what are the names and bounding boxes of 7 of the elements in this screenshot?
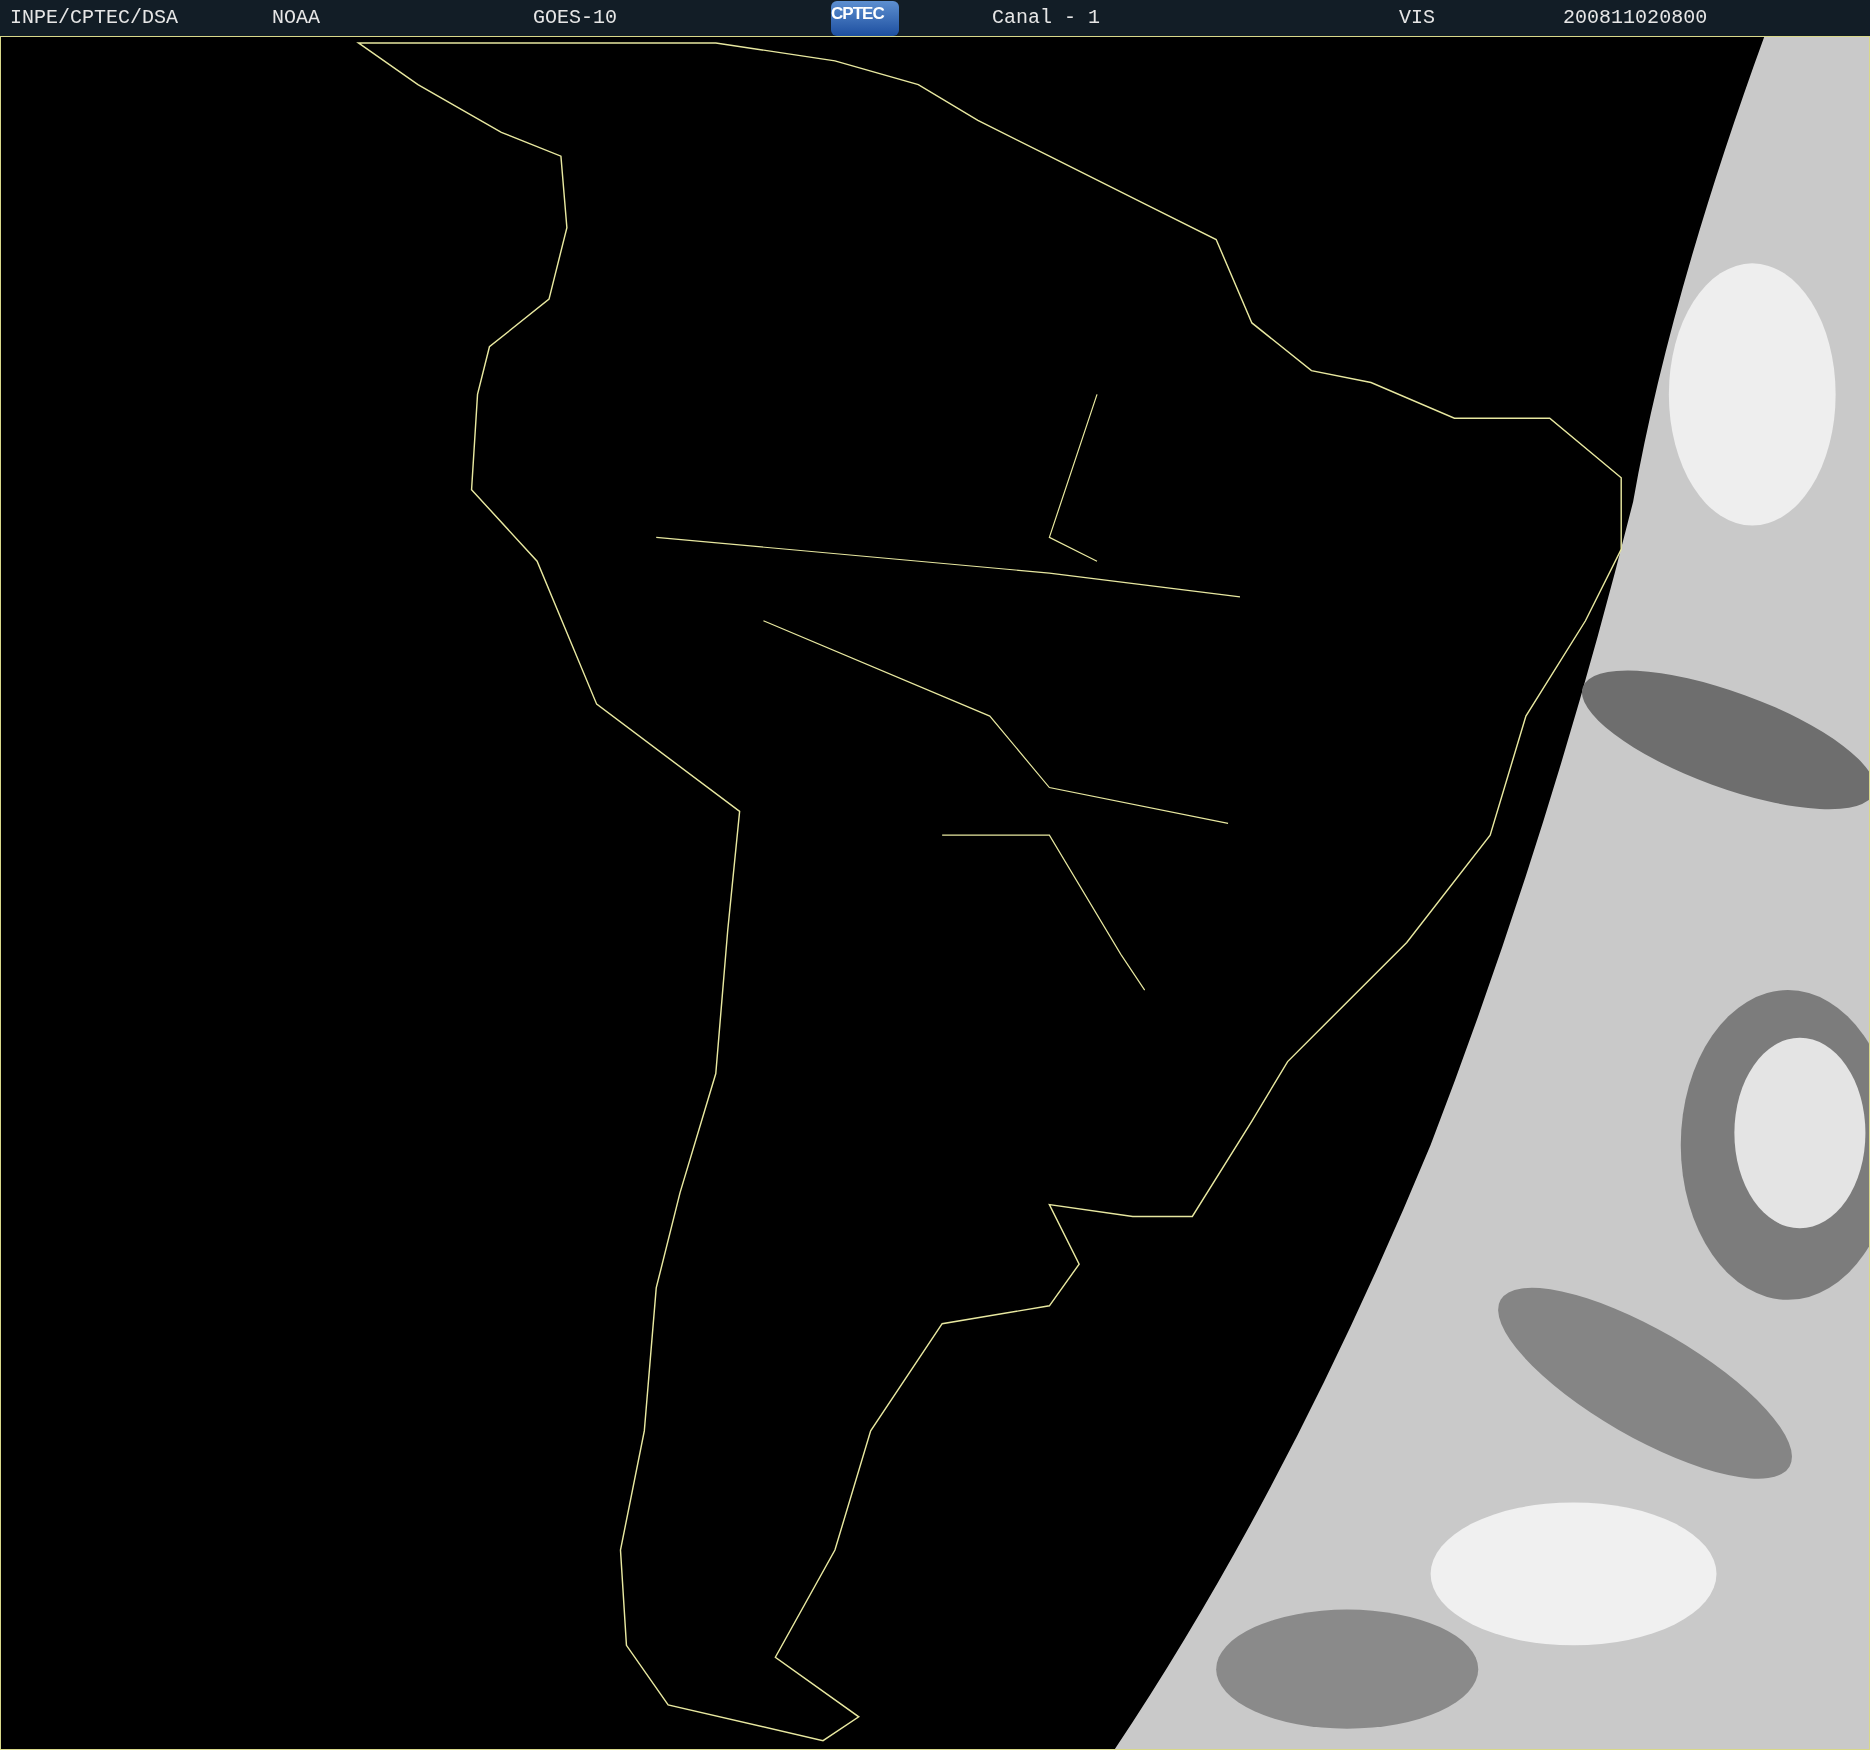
logo: CPTEC [831, 0, 900, 36]
satellite-label: GOES-10 [533, 5, 618, 31]
agency-label: NOAA [272, 5, 321, 31]
source-label: INPE/CPTEC/DSA [10, 5, 179, 31]
channel-label: Canal - 1 [992, 5, 1101, 31]
timestamp-label: 200811020800 [1563, 5, 1708, 31]
band-label: VIS [1399, 5, 1436, 31]
